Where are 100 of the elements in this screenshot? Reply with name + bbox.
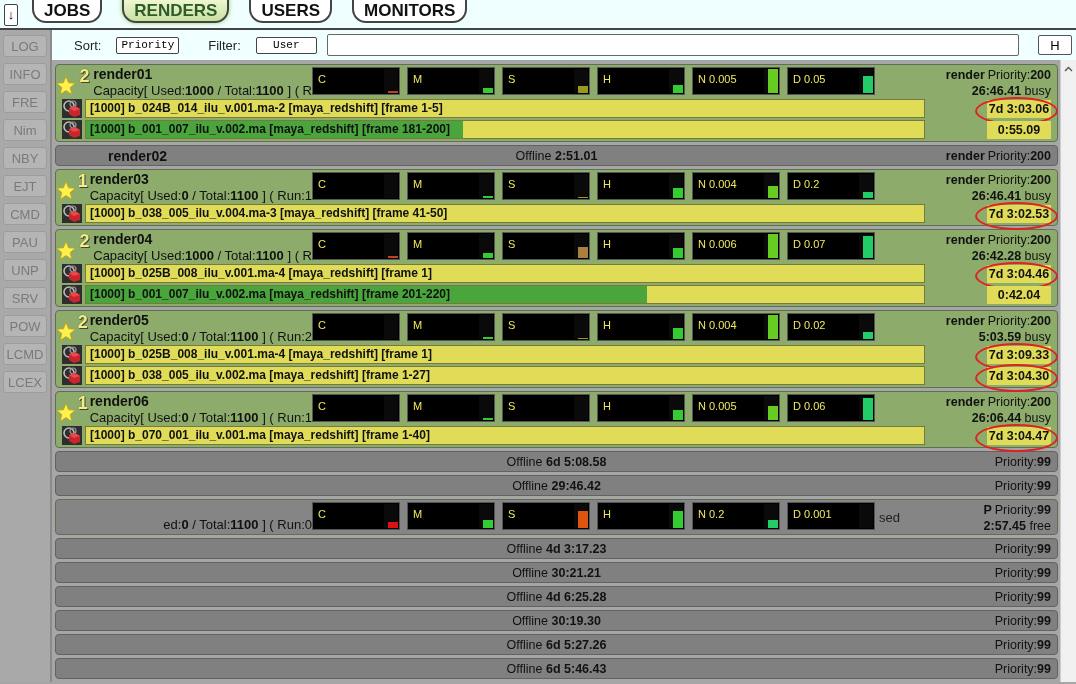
task-label: [1000] b_025B_008_ilu_v.001.ma-4 [maya_redshift] [frame 1] (89, 266, 432, 280)
tab[interactable]: MONITORS (352, 0, 468, 23)
sort-label: Sort: (74, 37, 102, 53)
meter-label: N 0.004 (698, 319, 737, 331)
meter-label: S (508, 319, 516, 331)
status-text: 26:42.28 busy (971, 249, 1051, 263)
host-name: render02 (107, 147, 168, 164)
status-text: 26:06.44 busy (971, 411, 1051, 425)
task-icon (62, 285, 82, 304)
owner-name: render (945, 68, 985, 82)
meter-label: C (318, 319, 326, 331)
host-name: render05 (89, 312, 150, 329)
filter-field[interactable] (326, 34, 1019, 56)
meter-label: D 0.05 (793, 73, 826, 85)
task-progress-bar[interactable]: [1000] b_024B_014_ilu_v.001.ma-2 [maya_redshift] [frame 1-5] (85, 99, 925, 118)
status-text: 26:46.41 busy (971, 189, 1051, 203)
meter-label: S (508, 178, 516, 190)
meter-label: C (318, 178, 326, 190)
owner-name: P (983, 503, 992, 517)
task-label: [1000] b_025B_008_ilu_v.001.ma-4 [maya_redshift] [frame 1] (89, 347, 432, 361)
capacity-text: Capacity[ Used:0 / Total:1100 ] ( Run:1 (89, 188, 312, 203)
priority-text: Priority:99 (994, 541, 1051, 556)
status-text: Offline 2:51.01 (515, 148, 598, 163)
meter-label: D 0.2 (793, 178, 820, 190)
star-icon (56, 180, 76, 200)
meter-label: C (318, 73, 326, 85)
priority-text: Priority:200 (987, 233, 1051, 247)
status-text: 26:46.41 busy (971, 84, 1051, 98)
collapse-button[interactable]: ↓ (4, 4, 18, 26)
task-time: 7d 3:03.06 (987, 99, 1051, 118)
task-progress-bar[interactable]: [1000] b_001_007_ilu_v.002.ma [maya_redshift] [frame 181-200] (85, 120, 925, 139)
priority-text: Priority:99 (994, 661, 1051, 676)
priority-text: Priority:99 (994, 637, 1051, 652)
capacity-text: Capacity[ Used:1000 / Total:1100 ] ( R (93, 83, 312, 98)
task-progress-bar[interactable]: [1000] b_038_005_ilu_v.002.ma [maya_redshift] [frame 1-27] (85, 366, 925, 385)
status-text: Offline 30:21.21 (512, 565, 601, 580)
scroll-up-icon[interactable] (1064, 66, 1073, 72)
priority-text: Priority:99 (994, 589, 1051, 604)
priority-text: Priority:200 (987, 314, 1051, 328)
host-name: render03 (89, 171, 150, 188)
count-label: 1 (76, 392, 89, 415)
task-time: 7d 3:04.46 (987, 264, 1051, 283)
status-text: Offline 6d 5:46.43 (506, 661, 607, 676)
task-time: 7d 3:04.30 (987, 366, 1051, 385)
tab[interactable]: JOBS (32, 0, 103, 23)
priority-text: Priority:200 (987, 68, 1051, 82)
task-time: 0:42.04 (987, 285, 1051, 304)
meter-label: N 0.006 (698, 238, 737, 250)
task-icon (62, 99, 82, 118)
count-label: 2 (78, 65, 91, 88)
task-label: [1000] b_001_007_ilu_v.002.ma [maya_redshift] [frame 201-220] (89, 287, 450, 301)
star-icon (56, 321, 76, 341)
status-text: Offline 29:46.42 (512, 478, 601, 493)
meter-label: N 0.004 (698, 178, 737, 190)
scrollbar[interactable] (1060, 60, 1076, 682)
meter-label: D 0.07 (793, 238, 826, 250)
owner-name: render (945, 233, 985, 247)
meter-label: M (413, 238, 423, 250)
task-time: 7d 3:09.33 (987, 345, 1051, 364)
task-label: [1000] b_070_001_ilu_v.001.ma [maya_redshift] [frame 1-40] (89, 428, 430, 442)
meter-label: S (508, 508, 516, 520)
meter-label: S (508, 73, 516, 85)
meter-label: H (603, 400, 611, 412)
priority-text: Priority:99 (994, 565, 1051, 580)
sort-button[interactable]: Priority (116, 36, 180, 54)
task-progress-bar[interactable]: [1000] b_038_005_ilu_v.004.ma-3 [maya_redshift] [frame 41-50] (85, 204, 925, 223)
task-progress-bar[interactable]: [1000] b_025B_008_ilu_v.001.ma-4 [maya_redshift] [frame 1] (85, 264, 925, 283)
host-name: render04 (93, 231, 154, 248)
star-icon (56, 402, 76, 422)
meter-label: C (318, 508, 326, 520)
status-text: Offline 6d 5:08.58 (506, 454, 607, 469)
priority-text: Priority:99 (994, 454, 1051, 469)
h-button[interactable]: H (1038, 35, 1072, 55)
meter-label: M (413, 319, 423, 331)
meter-label: D 0.001 (793, 508, 832, 520)
filter-button[interactable]: User (255, 36, 317, 54)
priority-text: Priority:200 (987, 148, 1051, 163)
status-text: Offline 6d 5:27.26 (506, 637, 607, 652)
status-text: Offline 4d 6:25.28 (506, 589, 607, 604)
task-progress-bar[interactable]: [1000] b_070_001_ilu_v.001.ma [maya_redshift] [frame 1-40] (85, 426, 925, 445)
meter-label: D 0.06 (793, 400, 826, 412)
task-progress-bar[interactable]: [1000] b_025B_008_ilu_v.001.ma-4 [maya_redshift] [frame 1] (85, 345, 925, 364)
meter-label: M (413, 508, 423, 520)
meter-label: N 0.005 (698, 73, 737, 85)
priority-text: Priority:99 (994, 613, 1051, 628)
meter-label: S (508, 238, 516, 250)
task-progress-bar[interactable]: [1000] b_001_007_ilu_v.002.ma [maya_redshift] [frame 201-220] (85, 285, 925, 304)
task-time: 7d 3:04.47 (987, 426, 1051, 445)
note-text: sed (878, 509, 900, 527)
priority-text: Priority:99 (994, 503, 1051, 517)
meter-label: M (413, 178, 423, 190)
star-icon (56, 240, 76, 260)
priority-text: Priority:200 (987, 395, 1051, 409)
tab[interactable]: USERS (249, 0, 332, 23)
meter-label: M (413, 73, 423, 85)
task-label: [1000] b_024B_014_ilu_v.001.ma-2 [maya_redshift] [frame 1-5] (89, 101, 443, 115)
status-text: 5:03.59 busy (978, 330, 1051, 344)
meter-label: H (603, 73, 611, 85)
tab[interactable]: RENDERS (122, 0, 230, 23)
task-icon (62, 345, 82, 364)
